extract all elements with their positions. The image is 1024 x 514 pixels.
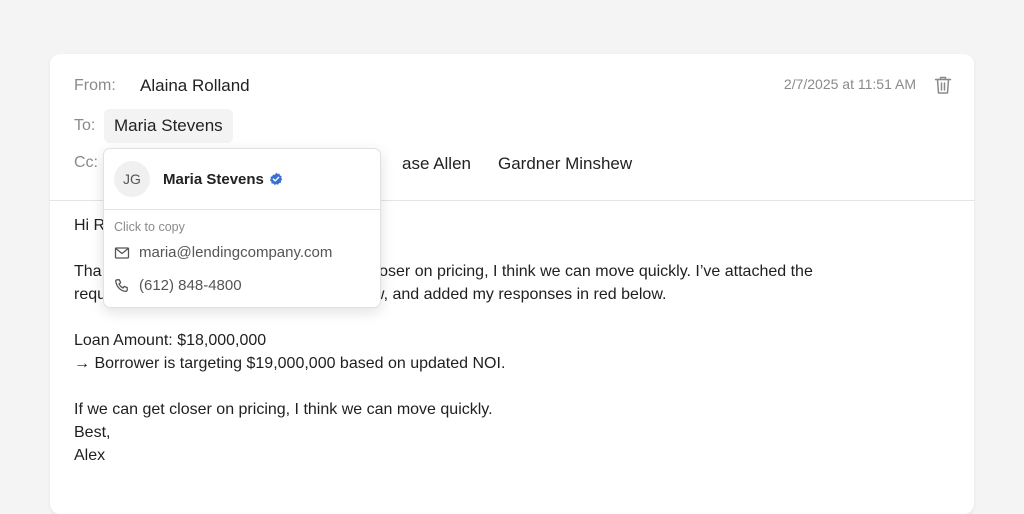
cc-row: Cc: ase Allen Gardner Minshew	[74, 154, 632, 173]
cc-label: Cc:	[74, 154, 98, 171]
email-timestamp: 2/7/2025 at 11:51 AM	[783, 76, 916, 92]
to-recipient-chip[interactable]: Maria Stevens	[104, 109, 233, 143]
body-line: Best,	[74, 424, 111, 441]
popover-header: JG Maria Stevens	[104, 149, 380, 210]
mail-icon	[114, 246, 130, 259]
body-fragment: ew, and added my responses in red below.	[364, 286, 667, 303]
body-line: Loan Amount: $18,000,000	[74, 332, 267, 349]
avatar: JG	[114, 161, 150, 197]
to-label: To:	[74, 117, 96, 134]
phone-icon	[115, 278, 128, 292]
body-fragment: requ	[74, 286, 107, 303]
body-line: If we can get closer on pricing, I think…	[74, 401, 493, 418]
contact-email: maria@lendingcompany.com	[139, 244, 333, 261]
body-fragment: closer on pricing, I think we can move q…	[367, 263, 813, 280]
body-line: Alex	[74, 447, 106, 464]
body-line: → Borrower is targeting $19,000,000 base…	[74, 355, 506, 372]
from-label: From:	[74, 77, 116, 94]
contact-phone: (612) 848-4800	[139, 277, 242, 294]
from-name[interactable]: Alaina Rolland	[140, 76, 250, 96]
verified-badge-icon	[269, 172, 283, 185]
contact-popover: JG Maria Stevens Click to copy maria@len…	[103, 148, 381, 308]
copy-phone-item[interactable]: (612) 848-4800	[114, 277, 242, 294]
to-row: To: Maria Stevens	[74, 109, 233, 143]
copy-email-item[interactable]: maria@lendingcompany.com	[114, 244, 332, 261]
body-fragment: Tha	[74, 263, 102, 280]
cc-recipient[interactable]: Gardner Minshew	[498, 154, 632, 174]
trash-icon[interactable]	[934, 75, 952, 95]
contact-name: Maria Stevens	[163, 170, 264, 188]
cc-recipients: ase Allen Gardner Minshew	[402, 154, 632, 174]
click-to-copy-hint: Click to copy	[114, 220, 185, 234]
cc-recipient[interactable]: ase Allen	[402, 154, 471, 174]
from-row: From: Alaina Rolland	[74, 76, 250, 96]
